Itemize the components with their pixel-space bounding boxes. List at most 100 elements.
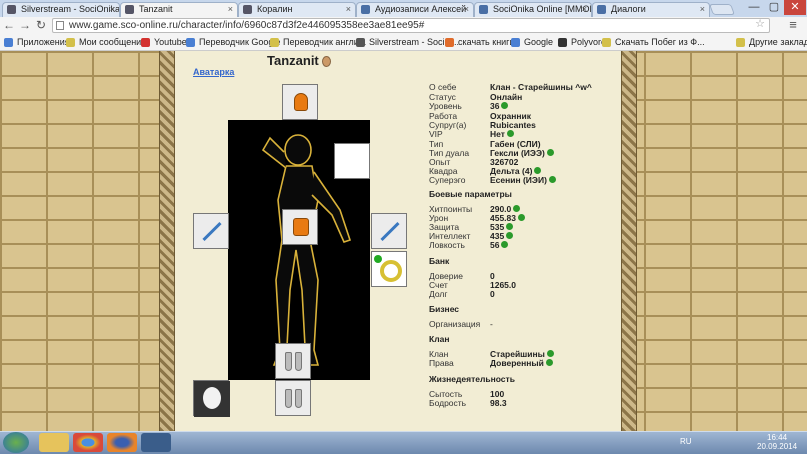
combat-value: 56 — [490, 240, 500, 250]
life-label: Бодрость — [429, 398, 467, 408]
folder-icon — [736, 38, 745, 47]
tab-koralin[interactable]: Коралин × — [238, 2, 356, 17]
left-weapon-slot[interactable] — [193, 213, 229, 249]
close-window-button[interactable]: ✕ — [784, 0, 806, 15]
info-label: VIP — [429, 129, 443, 139]
business-value: - — [490, 319, 493, 329]
pet-slot[interactable] — [193, 380, 230, 417]
close-tab-icon[interactable]: × — [464, 3, 469, 16]
info-value-row: 36 — [490, 101, 509, 111]
empty-slot[interactable] — [334, 143, 370, 179]
bookmark-apps[interactable]: Приложения — [4, 35, 70, 49]
bookmark-polyvore[interactable]: Polyvore — [558, 35, 606, 49]
bookmark-download[interactable]: Скачать Побег из Ф... — [602, 35, 705, 49]
bookmark-google[interactable]: Google — [511, 35, 553, 49]
gender-icon — [322, 56, 331, 67]
upgrade-dot-icon[interactable] — [506, 232, 514, 239]
bookmark-silverstream[interactable]: Silverstream - SociO... — [356, 35, 459, 49]
folder-icon — [66, 38, 75, 47]
ring-slot[interactable] — [371, 251, 407, 287]
combat-label: Ловкость — [429, 240, 465, 250]
bookmark-translate-en[interactable]: Переводчик англи... — [270, 35, 366, 49]
book-icon — [445, 38, 454, 47]
explorer-taskbar-icon[interactable] — [39, 433, 69, 452]
new-tab-button[interactable] — [708, 4, 736, 15]
info-value: Нет — [490, 129, 505, 139]
close-tab-icon[interactable]: × — [700, 3, 705, 16]
reload-icon[interactable]: ↻ — [34, 18, 48, 32]
site-favicon-icon — [125, 5, 134, 14]
left-border-rope — [159, 51, 175, 431]
tab-dialogs[interactable]: Диалоги × — [592, 2, 710, 17]
bookmark-translate[interactable]: Переводчик Google — [186, 35, 280, 49]
combat-value-row: 56 — [490, 240, 509, 250]
tab-silverstream[interactable]: Silverstream - SociOnika × — [2, 2, 120, 17]
info-dot-icon[interactable] — [506, 130, 514, 137]
helmet-icon — [294, 93, 308, 111]
ring-icon — [380, 260, 402, 282]
address-bar[interactable]: www.game.sco-online.ru/character/info/69… — [52, 18, 770, 33]
back-icon[interactable]: ← — [2, 18, 16, 32]
minimize-button[interactable]: — — [744, 0, 764, 15]
folder-icon — [270, 38, 279, 47]
armor-slot[interactable] — [282, 209, 318, 245]
clan-dot-icon[interactable] — [546, 350, 554, 357]
info-dot-icon[interactable] — [546, 149, 554, 156]
bank-value: 0 — [490, 289, 495, 299]
info-dot-icon[interactable] — [501, 102, 509, 109]
info-dot-icon[interactable] — [534, 167, 542, 174]
info-value: Есенин (ИЭИ) — [490, 175, 547, 185]
legs-icon — [295, 352, 302, 371]
helmet-slot[interactable] — [282, 84, 318, 120]
life-value: 98.3 — [490, 398, 507, 408]
media-taskbar-icon[interactable] — [141, 433, 171, 452]
legs-slot[interactable] — [275, 343, 311, 379]
clock[interactable]: 16:44 20.09.2014 — [757, 433, 797, 451]
info-label: Суперэго — [429, 175, 466, 185]
boot-icon — [295, 389, 302, 408]
chrome-taskbar-icon[interactable] — [73, 433, 103, 452]
bookmark-books[interactable]: скачать книги — [445, 35, 515, 49]
info-dot-icon[interactable] — [548, 176, 556, 183]
bookmark-star-icon[interactable]: ☆ — [755, 18, 765, 31]
forward-icon[interactable]: → — [18, 18, 32, 32]
upgrade-dot-icon[interactable] — [501, 241, 509, 248]
upgrade-dot-icon[interactable] — [513, 205, 521, 212]
vk-favicon-icon — [361, 5, 370, 14]
tab-socionika[interactable]: SociOnika Online [MMOR × — [474, 2, 592, 17]
page-icon — [56, 21, 64, 30]
info-value-row: Есенин (ИЭИ) — [490, 175, 556, 185]
bookmark-other[interactable]: Другие закладки — [736, 35, 807, 49]
upgrade-dot-icon[interactable] — [518, 214, 525, 221]
language-indicator[interactable]: RU — [680, 437, 692, 446]
close-tab-icon[interactable]: × — [110, 3, 115, 16]
site-icon — [356, 38, 365, 47]
gem-icon — [374, 255, 382, 263]
clan-dot-icon[interactable] — [545, 359, 553, 366]
close-tab-icon[interactable]: × — [228, 3, 233, 16]
tab-audio[interactable]: Аудиозаписи Алексей × — [356, 2, 474, 17]
close-tab-icon[interactable]: × — [346, 3, 351, 16]
vk-favicon-icon — [597, 5, 606, 14]
bookmark-youtube[interactable]: Youtube — [141, 35, 187, 49]
start-button[interactable] — [3, 432, 29, 453]
dog-icon — [194, 381, 230, 417]
right-weapon-slot[interactable] — [371, 213, 407, 249]
info-value: 36 — [490, 101, 500, 111]
boots-slot[interactable] — [275, 380, 311, 416]
close-tab-icon[interactable]: × — [582, 3, 587, 16]
bookmark-messages[interactable]: Мои сообщения — [66, 35, 146, 49]
business-label: Организация — [429, 319, 481, 329]
translate-icon — [186, 38, 195, 47]
avatar-link[interactable]: Аватарка — [193, 67, 234, 77]
firefox-taskbar-icon[interactable] — [107, 433, 137, 452]
info-value: Клан - Старейшины ^w^ — [490, 82, 592, 92]
legs-icon — [285, 352, 292, 371]
clan-value: Доверенный — [490, 358, 544, 368]
tab-tanzanit[interactable]: Tanzanit × — [120, 2, 238, 17]
upgrade-dot-icon[interactable] — [506, 223, 514, 230]
maximize-button[interactable]: ▢ — [764, 0, 784, 15]
menu-icon[interactable]: ≡ — [786, 18, 800, 32]
google-icon — [511, 38, 520, 47]
section-title-life: Жизнедеятельность — [429, 374, 515, 384]
